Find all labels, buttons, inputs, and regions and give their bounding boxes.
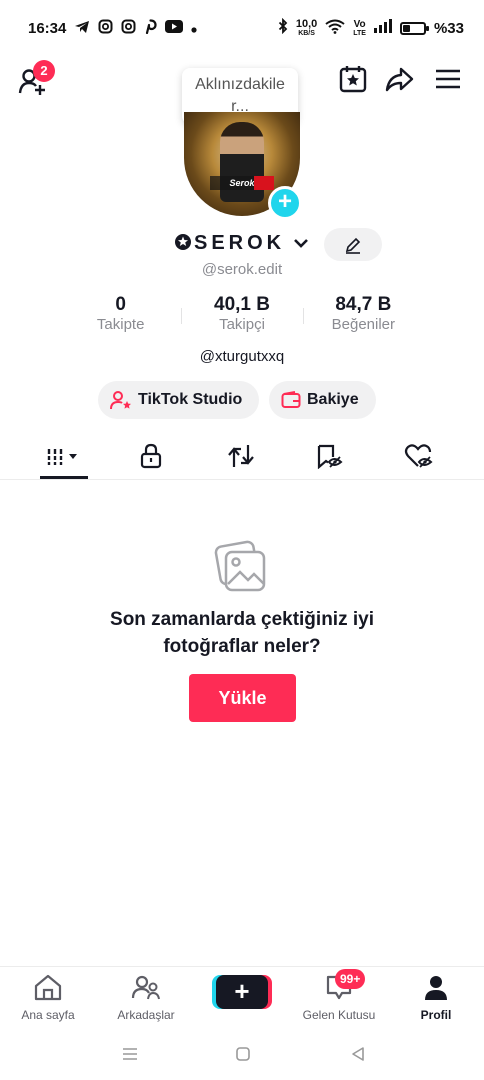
- recents-icon: [123, 1048, 137, 1060]
- tab-liked[interactable]: [396, 440, 442, 472]
- status-right: 10,0 KB/S Vo LTE %33: [278, 17, 464, 38]
- stat-following[interactable]: 0 Takipte: [60, 294, 181, 338]
- tab-active-indicator: [40, 476, 88, 479]
- calendar-star-icon: [339, 66, 367, 93]
- tiktok-studio-button[interactable]: TikTok Studio: [98, 381, 259, 419]
- chevron-down-icon[interactable]: [292, 234, 310, 257]
- profile-stats: 0 Takipte 40,1 B Takipçi 84,7 B Beğenile…: [60, 294, 424, 338]
- stat-followers-value: 40,1 B: [214, 294, 270, 315]
- nav-profile-label: Profil: [420, 1008, 452, 1022]
- stat-following-label: Takipte: [96, 316, 145, 333]
- friends-icon: [131, 975, 160, 1000]
- person-star-icon: [110, 391, 131, 410]
- stat-likes[interactable]: 84,7 B Beğeniler: [302, 294, 424, 338]
- bluetooth-icon: [278, 17, 288, 38]
- stat-followers-label: Takipçi: [219, 316, 265, 333]
- system-navigation-bar: [0, 1028, 484, 1080]
- signal-icon: [373, 19, 392, 37]
- tab-reposts[interactable]: [218, 440, 264, 472]
- status-note-text: Aklınızdakile r...: [195, 76, 285, 115]
- tab-private[interactable]: [128, 440, 174, 472]
- home-system-button[interactable]: [231, 1042, 255, 1066]
- stat-followers[interactable]: 40,1 B Takipçi: [181, 294, 302, 338]
- nav-inbox-label: Gelen Kutusu: [302, 1008, 376, 1022]
- clock: 16:34: [28, 19, 67, 37]
- instagram-icon: [98, 19, 113, 37]
- display-name-text: SEROK: [194, 232, 286, 254]
- home-square-icon: [236, 1047, 250, 1061]
- lock-icon: [140, 443, 162, 469]
- profile-bio[interactable]: @xturgutxxq: [0, 348, 484, 365]
- pinterest-icon: [144, 19, 157, 37]
- profile-icon: [425, 976, 447, 1000]
- status-left: 16:34: [28, 19, 197, 37]
- avatar-flag: [254, 176, 274, 190]
- nav-home[interactable]: Ana sayfa: [0, 973, 98, 1022]
- network-speed: 10,0 KB/S: [295, 18, 318, 38]
- volte-top: Vo: [353, 18, 366, 30]
- tab-favorites[interactable]: [306, 440, 352, 472]
- nav-home-label: Ana sayfa: [21, 1008, 75, 1022]
- stat-likes-label: Beğeniler: [331, 316, 396, 333]
- star-circle-icon: [175, 234, 191, 250]
- wallet-icon: [281, 391, 301, 408]
- add-friend-badge: 2: [33, 60, 55, 82]
- youtube-icon: [165, 20, 184, 36]
- add-avatar-button[interactable]: +: [268, 186, 302, 220]
- share-icon: [385, 67, 414, 92]
- content-tabs: [0, 434, 484, 480]
- upload-button[interactable]: Yükle: [189, 674, 296, 722]
- display-name-row: SEROK: [0, 228, 484, 262]
- battery-fill: [402, 24, 411, 32]
- balance-label: Bakiye: [307, 391, 359, 408]
- share-profile-button[interactable]: [384, 64, 414, 94]
- back-triangle-icon: [352, 1047, 364, 1061]
- username-handle: @serok.edit: [201, 261, 283, 278]
- nav-friends-label: Arkadaşlar: [117, 1008, 175, 1022]
- grid-icon: [46, 449, 77, 465]
- stat-following-value: 0: [115, 294, 126, 315]
- balance-button[interactable]: Bakiye: [269, 381, 376, 419]
- volte-indicator: Vo LTE: [353, 18, 366, 37]
- dot-icon: [191, 20, 197, 36]
- network-speed-unit: KB/S: [298, 30, 315, 37]
- pencil-icon: [345, 237, 361, 254]
- battery-icon: [399, 21, 429, 35]
- home-icon: [34, 974, 62, 1001]
- volte-bottom: LTE: [353, 29, 366, 37]
- calendar-star-button[interactable]: [338, 64, 368, 94]
- favorites-icon: [317, 444, 343, 469]
- network-speed-value: 10,0: [295, 18, 318, 30]
- back-button[interactable]: [346, 1042, 370, 1066]
- empty-state-message: Son zamanlarda çektiğiniz iyi fotoğrafla…: [110, 609, 374, 657]
- bottom-navigation: Ana sayfa Arkadaşlar + 99+ Gelen Kutusu …: [0, 966, 484, 1028]
- menu-button[interactable]: [434, 64, 464, 94]
- edit-profile-button[interactable]: [324, 228, 382, 261]
- tab-videos[interactable]: [40, 440, 86, 472]
- status-bar: 16:34 10,0 KB/S Vo LTE %33: [0, 0, 484, 56]
- liked-icon: [404, 444, 433, 468]
- telegram-icon: [74, 20, 90, 37]
- hamburger-menu-icon: [436, 69, 460, 89]
- wifi-icon: [325, 19, 345, 38]
- instagram-icon-2: [121, 19, 136, 37]
- inbox-badge: 99+: [335, 969, 366, 989]
- create-button[interactable]: +: [216, 975, 268, 1009]
- battery-percent: %33: [433, 19, 464, 37]
- avatar-photo-subject: [220, 122, 264, 202]
- repost-icon: [228, 445, 254, 467]
- nav-profile[interactable]: Profil: [386, 973, 484, 1022]
- nav-inbox[interactable]: 99+ Gelen Kutusu: [289, 969, 389, 1022]
- photos-icon: [212, 540, 272, 596]
- stat-likes-value: 84,7 B: [335, 294, 392, 315]
- display-name[interactable]: SEROK: [174, 232, 285, 255]
- recents-button[interactable]: [118, 1042, 142, 1066]
- add-friend-button[interactable]: 2: [18, 60, 55, 96]
- nav-friends[interactable]: Arkadaşlar: [96, 973, 196, 1022]
- tiktok-studio-label: TikTok Studio: [138, 391, 243, 408]
